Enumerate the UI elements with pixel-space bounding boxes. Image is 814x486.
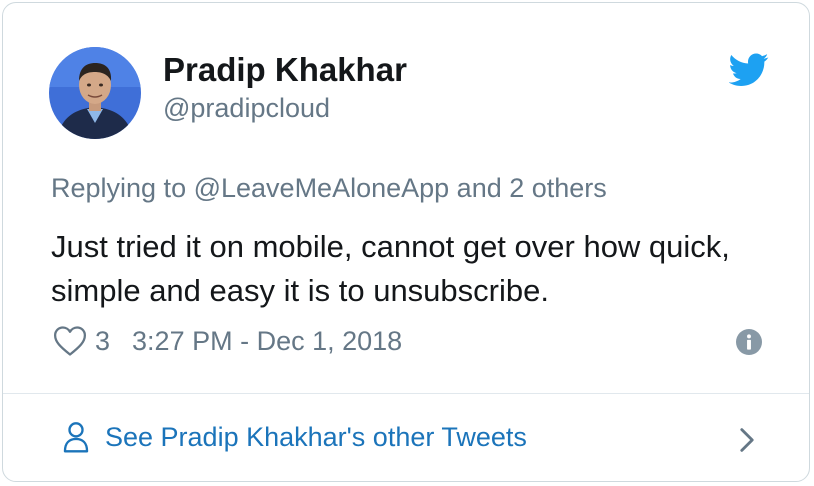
chevron-right-icon bbox=[740, 428, 754, 452]
tweet-text: Just tried it on mobile, cannot get over… bbox=[51, 229, 730, 308]
like-button[interactable]: 3 bbox=[53, 325, 132, 357]
author-avatar[interactable] bbox=[49, 47, 141, 139]
info-icon[interactable] bbox=[736, 329, 762, 355]
reply-context: Replying to @LeaveMeAloneApp and 2 other… bbox=[51, 173, 607, 204]
twitter-bird-icon[interactable] bbox=[729, 53, 769, 87]
author-handle[interactable]: @pradipcloud bbox=[163, 93, 330, 124]
tweet-timestamp[interactable]: 3:27 PM - Dec 1, 2018 bbox=[132, 326, 402, 357]
reply-prefix: Replying to bbox=[51, 173, 194, 203]
see-other-tweets-label: See Pradip Khakhar's other Tweets bbox=[105, 422, 527, 452]
avatar-image bbox=[49, 47, 141, 139]
tweet-card: Pradip Khakhar @pradipcloud Replying to … bbox=[2, 2, 810, 482]
author-name[interactable]: Pradip Khakhar bbox=[163, 51, 407, 89]
like-count: 3 bbox=[95, 325, 111, 356]
reply-users-link[interactable]: @LeaveMeAloneApp and 2 others bbox=[194, 173, 607, 203]
heart-icon bbox=[53, 326, 87, 356]
person-icon bbox=[63, 422, 89, 453]
tweet-meta: 3 3:27 PM - Dec 1, 2018 bbox=[53, 323, 402, 359]
see-other-tweets-link[interactable]: See Pradip Khakhar's other Tweets bbox=[3, 394, 809, 482]
